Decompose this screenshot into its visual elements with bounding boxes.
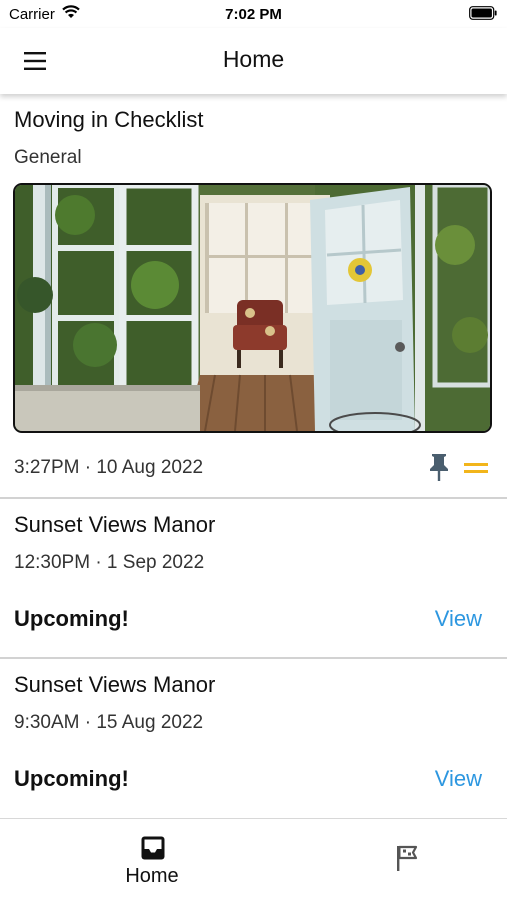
inbox-icon <box>141 836 165 860</box>
bottom-tab-bar: Home <box>0 818 507 901</box>
event-divider <box>0 657 507 659</box>
flag-icon <box>397 845 418 871</box>
event-status: Upcoming! <box>14 606 129 631</box>
app-bar: Home <box>0 28 507 94</box>
view-button[interactable]: View <box>435 766 482 792</box>
greenhouse-photo-illustration <box>15 185 490 431</box>
card-timestamp: 3:27PM · 10 Aug 2022 <box>14 457 204 478</box>
card-category: General <box>14 147 82 168</box>
event-status: Upcoming! <box>14 766 129 791</box>
event-title: Sunset Views Manor <box>14 512 216 537</box>
event-datetime: 9:30AM · 15 Aug 2022 <box>14 712 204 733</box>
card-divider <box>0 497 507 499</box>
status-time: 7:02 PM <box>225 6 282 23</box>
status-bar: Carrier 7:02 PM <box>0 0 507 28</box>
drag-handle-icon[interactable] <box>462 461 490 475</box>
feed-list: Moving in Checklist General 3:27PM · 10 … <box>0 94 507 818</box>
page-title: Home <box>222 46 285 72</box>
tab-flag[interactable] <box>380 819 430 901</box>
tab-home-label: Home <box>125 865 179 887</box>
pin-icon[interactable] <box>427 452 451 482</box>
tab-home[interactable]: Home <box>102 819 202 901</box>
view-button[interactable]: View <box>435 606 482 632</box>
card-title: Moving in Checklist <box>14 107 204 132</box>
event-title: Sunset Views Manor <box>14 672 216 697</box>
greenhouse-photo[interactable] <box>13 183 492 433</box>
battery-icon <box>469 6 497 20</box>
event-datetime: 12:30PM · 1 Sep 2022 <box>14 552 205 573</box>
